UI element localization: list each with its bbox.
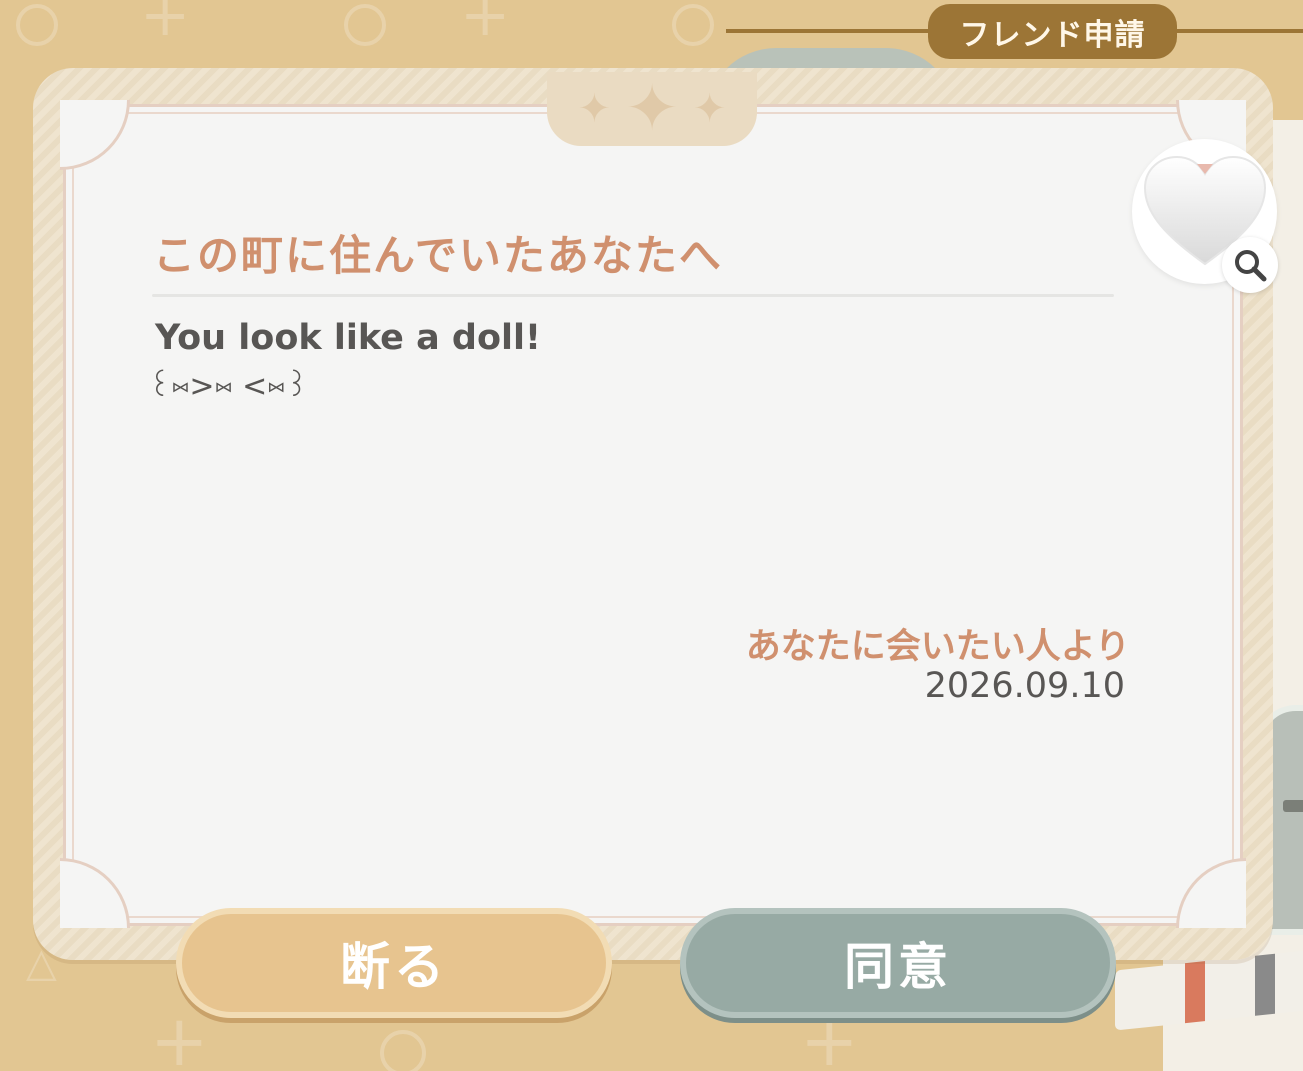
- sparkle-tab: ✦ ✦ ✦: [547, 72, 757, 146]
- letter-date: 2026.09.10: [924, 666, 1125, 706]
- background-plus-shape: +: [460, 0, 511, 50]
- title-divider: [152, 294, 1114, 297]
- background-circle-shape: [672, 4, 714, 46]
- zoom-button[interactable]: [1222, 237, 1278, 293]
- background-circle-shape: [380, 1030, 426, 1071]
- decline-button-label: 断る: [340, 938, 448, 996]
- sparkle-icon: ✦: [577, 86, 612, 132]
- letter-message-emoticon: ꒰⑅>⑅ <⑅꒱: [148, 369, 309, 404]
- letter-message-line: You look like a doll!: [155, 318, 541, 358]
- search-icon: [1235, 250, 1267, 282]
- mailbox-slot: [1283, 800, 1303, 812]
- friend-request-tab-label: フレンド申請: [959, 17, 1146, 53]
- background-circle-shape: [16, 4, 58, 46]
- sparkle-icon: ✦: [625, 72, 679, 146]
- letter-title: この町に住んでいたあなたへ: [153, 231, 723, 280]
- background-plus-shape: +: [140, 0, 191, 50]
- decline-button[interactable]: 断る: [176, 908, 612, 1018]
- background-plus-shape: +: [150, 1000, 209, 1071]
- background-circle-shape: [344, 4, 386, 46]
- agree-button[interactable]: 同意: [680, 908, 1116, 1018]
- agree-button-label: 同意: [844, 938, 952, 996]
- friend-request-tab: フレンド申請: [928, 4, 1177, 59]
- letter-signature: あなたに会いたい人より: [745, 627, 1130, 667]
- sparkle-icon: ✦: [692, 86, 727, 132]
